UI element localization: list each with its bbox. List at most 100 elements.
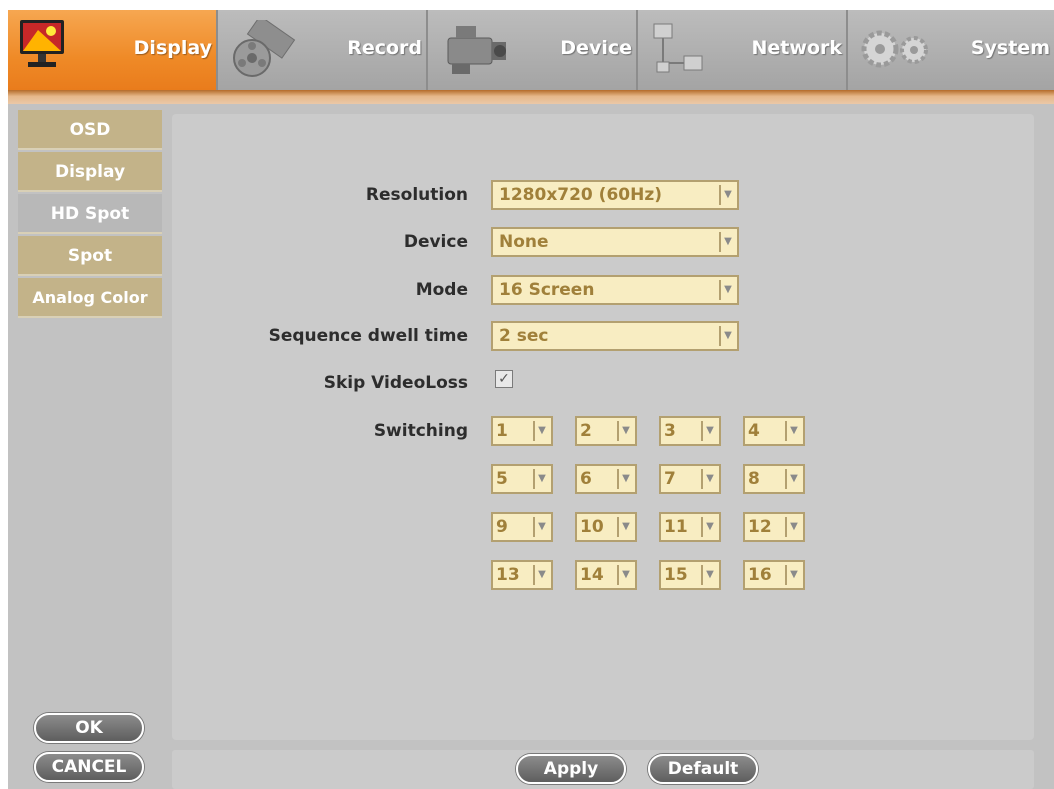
default-button[interactable]: Default (648, 754, 758, 784)
skip-videoloss-checkbox[interactable]: ✓ (495, 370, 513, 388)
resolution-select[interactable]: 1280x720 (60Hz) ▼ (491, 180, 739, 210)
skip-videoloss-label: Skip VideoLoss (323, 373, 468, 393)
bottom-action-bar: Apply Default (172, 750, 1034, 789)
switching-value: 9 (496, 517, 508, 537)
switching-value: 6 (580, 469, 592, 489)
switching-value: 2 (580, 421, 592, 441)
switching-value: 10 (580, 517, 604, 537)
chevron-down-icon: ▼ (785, 565, 801, 585)
checkmark-icon: ✓ (498, 371, 510, 387)
chevron-down-icon: ▼ (701, 469, 717, 489)
chevron-down-icon: ▼ (719, 232, 735, 252)
switching-select-8[interactable]: 8 ▼ (743, 464, 805, 494)
switching-value: 11 (664, 517, 688, 537)
chevron-down-icon: ▼ (533, 517, 549, 537)
chevron-down-icon: ▼ (617, 469, 633, 489)
resolution-value: 1280x720 (60Hz) (499, 185, 663, 205)
sidebar-item-label: Display (54, 162, 126, 182)
switching-select-6[interactable]: 6 ▼ (575, 464, 637, 494)
switching-value: 13 (496, 565, 520, 585)
resolution-label: Resolution (365, 185, 468, 205)
switching-value: 12 (748, 517, 772, 537)
switching-value: 7 (664, 469, 676, 489)
ok-label: OK (75, 718, 103, 738)
chevron-down-icon: ▼ (701, 421, 717, 441)
tab-record[interactable]: Record (218, 10, 428, 90)
switching-value: 5 (496, 469, 508, 489)
switching-select-15[interactable]: 15 ▼ (659, 560, 721, 590)
sidebar-item-label: Spot (67, 246, 113, 266)
chevron-down-icon: ▼ (719, 280, 735, 300)
chevron-down-icon: ▼ (617, 517, 633, 537)
switching-select-16[interactable]: 16 ▼ (743, 560, 805, 590)
mode-label: Mode (415, 280, 468, 300)
switching-value: 14 (580, 565, 604, 585)
switching-select-4[interactable]: 4 ▼ (743, 416, 805, 446)
ok-button[interactable]: OK (34, 713, 144, 743)
tab-network[interactable]: Network (638, 10, 848, 90)
chevron-down-icon: ▼ (785, 469, 801, 489)
monitor-icon (18, 18, 68, 76)
camera-icon (442, 20, 512, 84)
switching-select-10[interactable]: 10 ▼ (575, 512, 637, 542)
apply-button[interactable]: Apply (516, 754, 626, 784)
switching-select-11[interactable]: 11 ▼ (659, 512, 721, 542)
dvr-settings-window: Display Record Device Network System OSD… (8, 10, 1054, 789)
device-label: Device (403, 232, 468, 252)
dwell-value: 2 sec (499, 326, 549, 346)
chevron-down-icon: ▼ (701, 517, 717, 537)
sidebar-item-display[interactable]: Display (18, 152, 162, 192)
sidebar-item-osd[interactable]: OSD (18, 110, 162, 150)
tab-system[interactable]: System (848, 10, 1054, 90)
switching-value: 8 (748, 469, 760, 489)
switching-select-7[interactable]: 7 ▼ (659, 464, 721, 494)
chevron-down-icon: ▼ (719, 326, 735, 346)
network-icon (648, 20, 708, 84)
chevron-down-icon: ▼ (533, 421, 549, 441)
sidebar-item-label: HD Spot (50, 204, 130, 224)
chevron-down-icon: ▼ (701, 565, 717, 585)
settings-panel: Resolution 1280x720 (60Hz) ▼ Device None… (172, 114, 1034, 740)
dwell-select[interactable]: 2 sec ▼ (491, 321, 739, 351)
tab-display[interactable]: Display (8, 10, 218, 90)
switching-value: 3 (664, 421, 676, 441)
switching-select-9[interactable]: 9 ▼ (491, 512, 553, 542)
chevron-down-icon: ▼ (617, 565, 633, 585)
device-value: None (499, 232, 549, 252)
switching-value: 15 (664, 565, 688, 585)
tab-label: System (970, 37, 1050, 59)
apply-label: Apply (543, 759, 599, 779)
switching-select-12[interactable]: 12 ▼ (743, 512, 805, 542)
sidebar-item-label: Analog Color (32, 288, 148, 307)
dwell-label: Sequence dwell time (268, 326, 468, 346)
sidebar-item-label: OSD (69, 120, 111, 140)
switching-select-13[interactable]: 13 ▼ (491, 560, 553, 590)
tab-label: Record (347, 37, 422, 59)
switching-select-2[interactable]: 2 ▼ (575, 416, 637, 446)
switching-select-14[interactable]: 14 ▼ (575, 560, 637, 590)
chevron-down-icon: ▼ (533, 469, 549, 489)
switching-label: Switching (373, 421, 468, 441)
cancel-button[interactable]: CANCEL (34, 752, 144, 782)
tab-label: Display (133, 37, 212, 59)
nav-divider (8, 90, 1054, 104)
gears-icon (858, 24, 938, 78)
switching-select-1[interactable]: 1 ▼ (491, 416, 553, 446)
film-reel-icon (228, 15, 298, 84)
chevron-down-icon: ▼ (785, 517, 801, 537)
switching-select-3[interactable]: 3 ▼ (659, 416, 721, 446)
switching-select-5[interactable]: 5 ▼ (491, 464, 553, 494)
device-select[interactable]: None ▼ (491, 227, 739, 257)
sidebar-item-hd-spot[interactable]: HD Spot (18, 194, 162, 234)
default-label: Default (667, 759, 739, 779)
sidebar-item-spot[interactable]: Spot (18, 236, 162, 276)
tab-device[interactable]: Device (428, 10, 638, 90)
tab-label: Device (560, 37, 632, 59)
mode-select[interactable]: 16 Screen ▼ (491, 275, 739, 305)
cancel-label: CANCEL (51, 757, 127, 777)
sidebar-item-analog-color[interactable]: Analog Color (18, 278, 162, 318)
chevron-down-icon: ▼ (719, 185, 735, 205)
top-navigation: Display Record Device Network System (8, 10, 1054, 90)
mode-value: 16 Screen (499, 280, 595, 300)
chevron-down-icon: ▼ (617, 421, 633, 441)
